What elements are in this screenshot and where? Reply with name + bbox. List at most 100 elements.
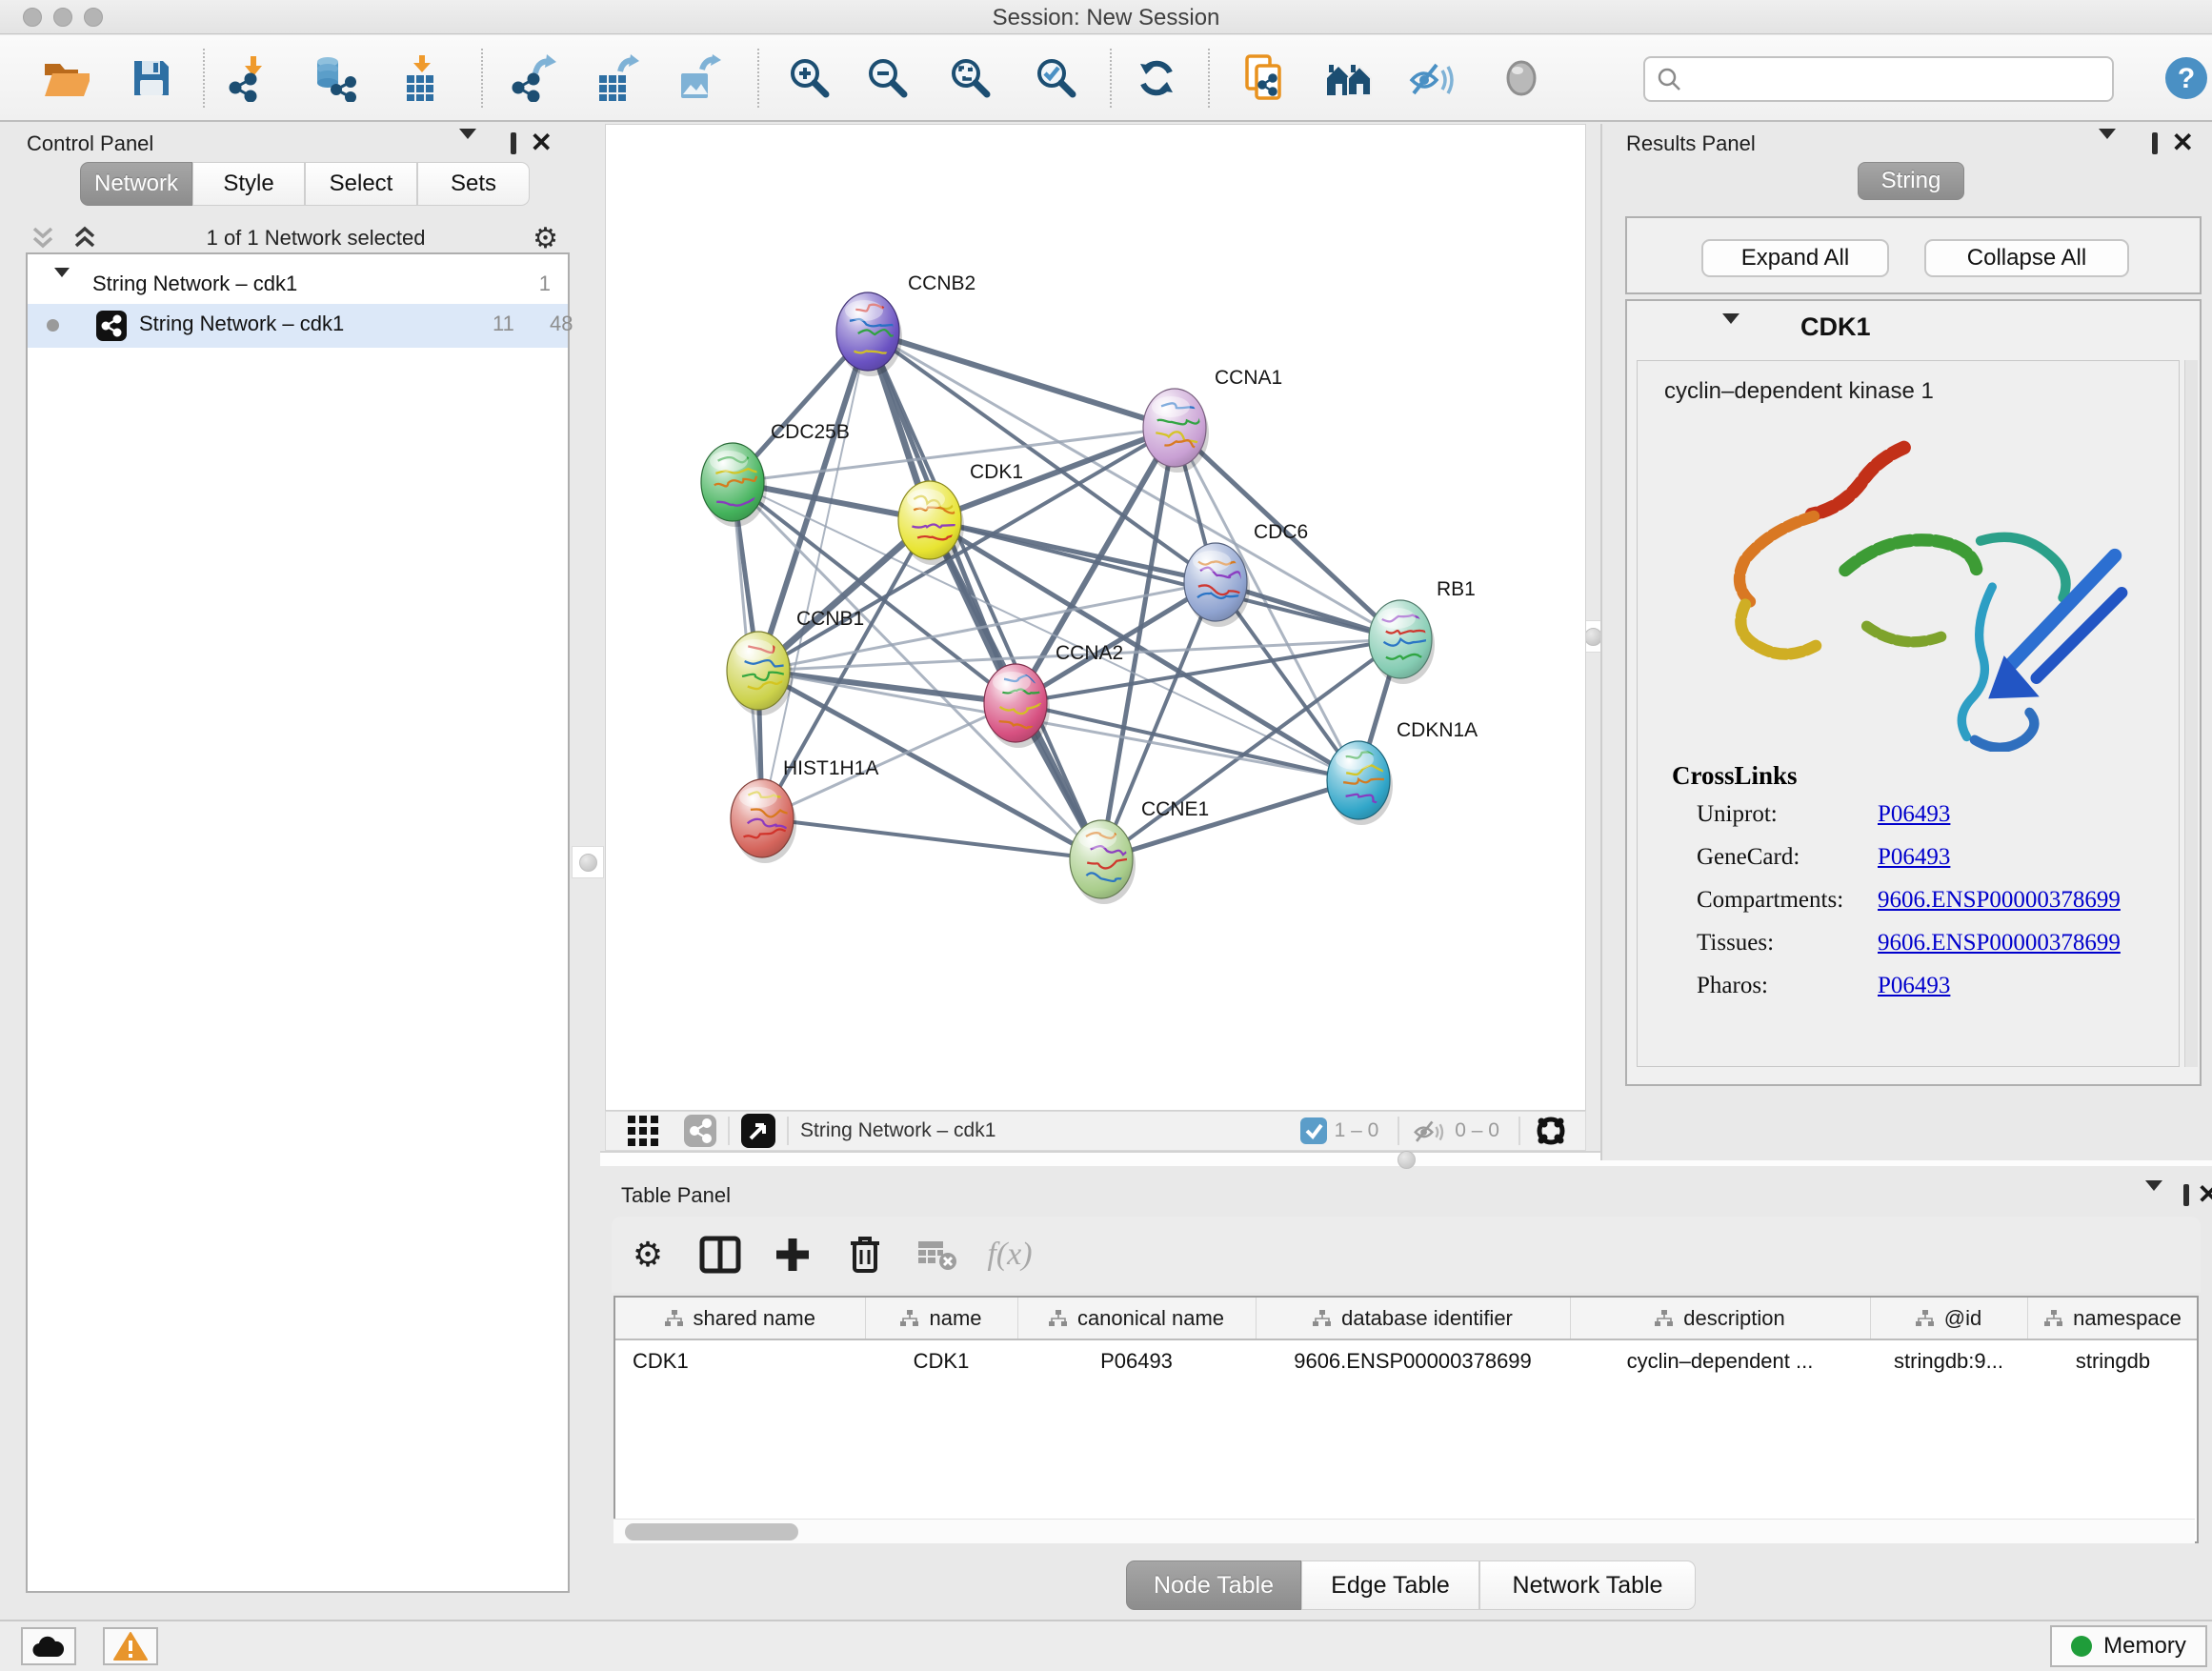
export-network-button[interactable] [506, 49, 561, 108]
import-network-database-button[interactable] [307, 49, 362, 108]
cloud-status-button[interactable] [21, 1627, 76, 1665]
crosslink-link[interactable]: 9606.ENSP00000378699 [1878, 887, 2121, 913]
search-input[interactable] [1681, 67, 2091, 91]
results-scrollbar[interactable] [2184, 360, 2198, 1067]
refresh-button[interactable] [1129, 49, 1184, 108]
delete-table-button[interactable] [901, 1228, 974, 1281]
column-header-shared-name[interactable]: shared name [615, 1298, 865, 1339]
birds-eye-view-icon[interactable] [1532, 1112, 1570, 1150]
tab-sets[interactable]: Sets [417, 162, 530, 206]
column-header-canonical-name[interactable]: canonical name [1017, 1298, 1256, 1339]
collapse-all-icon[interactable] [29, 226, 57, 251]
table-cell[interactable]: CDK1 [615, 1339, 865, 1381]
search-field[interactable] [1643, 56, 2114, 102]
panel-close-button[interactable]: ✕ [2198, 1187, 2212, 1202]
network-node-CDK1[interactable] [898, 481, 964, 565]
network-node-CDKN1A[interactable] [1327, 741, 1393, 825]
export-table-button[interactable] [589, 49, 644, 108]
crosslink-link[interactable]: P06493 [1878, 844, 1950, 870]
open-in-string-button[interactable] [1237, 49, 1293, 108]
panel-close-button[interactable]: ✕ [2172, 135, 2194, 151]
table-cell[interactable]: P06493 [1017, 1339, 1256, 1381]
table-hscrollbar-thumb[interactable] [625, 1523, 798, 1540]
string-home-button[interactable] [1322, 49, 1377, 108]
column-header-name[interactable]: name [865, 1298, 1017, 1339]
network-edge[interactable] [1101, 780, 1358, 859]
panel-float-button[interactable] [511, 135, 516, 152]
panel-float-button[interactable] [2152, 135, 2158, 152]
collapse-all-button[interactable]: Collapse All [1924, 239, 2129, 277]
import-network-file-button[interactable] [223, 49, 278, 108]
table-cell[interactable]: 9606.ENSP00000378699 [1256, 1339, 1570, 1381]
crosslink-link[interactable]: 9606.ENSP00000378699 [1878, 930, 2121, 956]
table-cell[interactable]: CDK1 [865, 1339, 1017, 1381]
memory-button[interactable]: Memory [2050, 1625, 2207, 1667]
node-table[interactable]: shared namenamecanonical namedatabase id… [613, 1296, 2199, 1543]
zoom-selected-button[interactable] [1029, 49, 1084, 108]
zoom-fit-button[interactable] [943, 49, 998, 108]
network-node-CCNE1[interactable] [1070, 820, 1136, 904]
selected-checkbox-icon[interactable] [1300, 1117, 1327, 1144]
network-edge[interactable] [868, 332, 1400, 639]
function-builder-button[interactable]: f(x) [974, 1228, 1046, 1281]
network-edge[interactable] [758, 671, 1016, 703]
import-table-file-button[interactable] [393, 49, 449, 108]
crosslink-link[interactable]: P06493 [1878, 973, 1950, 998]
panel-menu-button[interactable] [459, 139, 476, 156]
tab-network-table[interactable]: Network Table [1479, 1560, 1696, 1610]
network-node-CCNA2[interactable] [984, 664, 1051, 748]
tab-network[interactable]: Network [80, 162, 192, 206]
expand-all-button[interactable]: Expand All [1701, 239, 1889, 277]
table-settings-button[interactable]: ⚙ [612, 1228, 684, 1281]
network-node-CCNB2[interactable] [836, 292, 907, 376]
network-canvas[interactable]: CCNB2CCNA1CDC25BCDK1CDC6RB1CCNB1CCNA2CDK… [606, 125, 1585, 1110]
table-cell[interactable]: stringdb:9... [1870, 1339, 2027, 1381]
network-edge[interactable] [930, 520, 1400, 639]
column-header-database-identifier[interactable]: database identifier [1256, 1298, 1570, 1339]
network-edge[interactable] [868, 332, 1175, 428]
open-session-button[interactable] [38, 49, 93, 108]
tab-select[interactable]: Select [305, 162, 417, 206]
zoom-out-button[interactable] [860, 49, 915, 108]
add-column-button[interactable] [756, 1228, 829, 1281]
tab-style[interactable]: Style [192, 162, 305, 206]
show-columns-button[interactable] [684, 1228, 756, 1281]
panel-float-button[interactable] [2183, 1187, 2189, 1204]
network-node-HIST1H1A[interactable] [731, 779, 796, 863]
expand-all-icon[interactable] [70, 226, 99, 251]
column-header--id[interactable]: @id [1870, 1298, 2027, 1339]
help-button[interactable]: ? [2159, 49, 2212, 108]
grid-view-icon[interactable] [627, 1115, 659, 1147]
network-node-RB1[interactable] [1369, 600, 1435, 684]
network-edge[interactable] [762, 818, 1101, 859]
table-cell[interactable]: cyclin–dependent ... [1570, 1339, 1870, 1381]
table-hscrollbar[interactable] [613, 1519, 2195, 1543]
panel-menu-button[interactable] [2145, 1191, 2162, 1208]
panel-menu-button[interactable] [2099, 139, 2116, 156]
left-splitter-handle[interactable] [572, 846, 604, 878]
panel-close-button[interactable]: ✕ [531, 135, 553, 151]
table-cell[interactable]: stringdb [2027, 1339, 2199, 1381]
network-edge[interactable] [1016, 703, 1358, 780]
network-view[interactable]: CCNB2CCNA1CDC25BCDK1CDC6RB1CCNB1CCNA2CDK… [605, 124, 1586, 1111]
warnings-button[interactable] [103, 1627, 158, 1665]
export-image-button[interactable] [671, 49, 726, 108]
show-graphics-details-button[interactable] [1494, 49, 1549, 108]
tab-node-table[interactable]: Node Table [1126, 1560, 1301, 1610]
network-options-gear-icon[interactable]: ⚙ [533, 222, 558, 255]
hide-glass-effects-button[interactable] [1404, 49, 1459, 108]
network-row-selected[interactable]: String Network – cdk1 11 48 [28, 304, 568, 348]
column-header-description[interactable]: description [1570, 1298, 1870, 1339]
network-collection-row[interactable]: String Network – cdk1 1 [28, 266, 568, 308]
string-view-icon[interactable] [684, 1115, 716, 1147]
column-header-namespace[interactable]: namespace [2027, 1298, 2199, 1339]
crosslink-link[interactable]: P06493 [1878, 801, 1950, 827]
table-row[interactable]: CDK1CDK1P064939606.ENSP00000378699cyclin… [615, 1339, 2199, 1381]
tab-string-results[interactable]: String [1858, 162, 1964, 200]
detach-view-icon[interactable] [741, 1114, 775, 1148]
tab-edge-table[interactable]: Edge Table [1301, 1560, 1479, 1610]
gene-collapse-toggle[interactable] [1722, 324, 1739, 341]
save-session-button[interactable] [124, 49, 179, 108]
zoom-in-button[interactable] [782, 49, 837, 108]
network-edge[interactable] [868, 332, 1101, 859]
